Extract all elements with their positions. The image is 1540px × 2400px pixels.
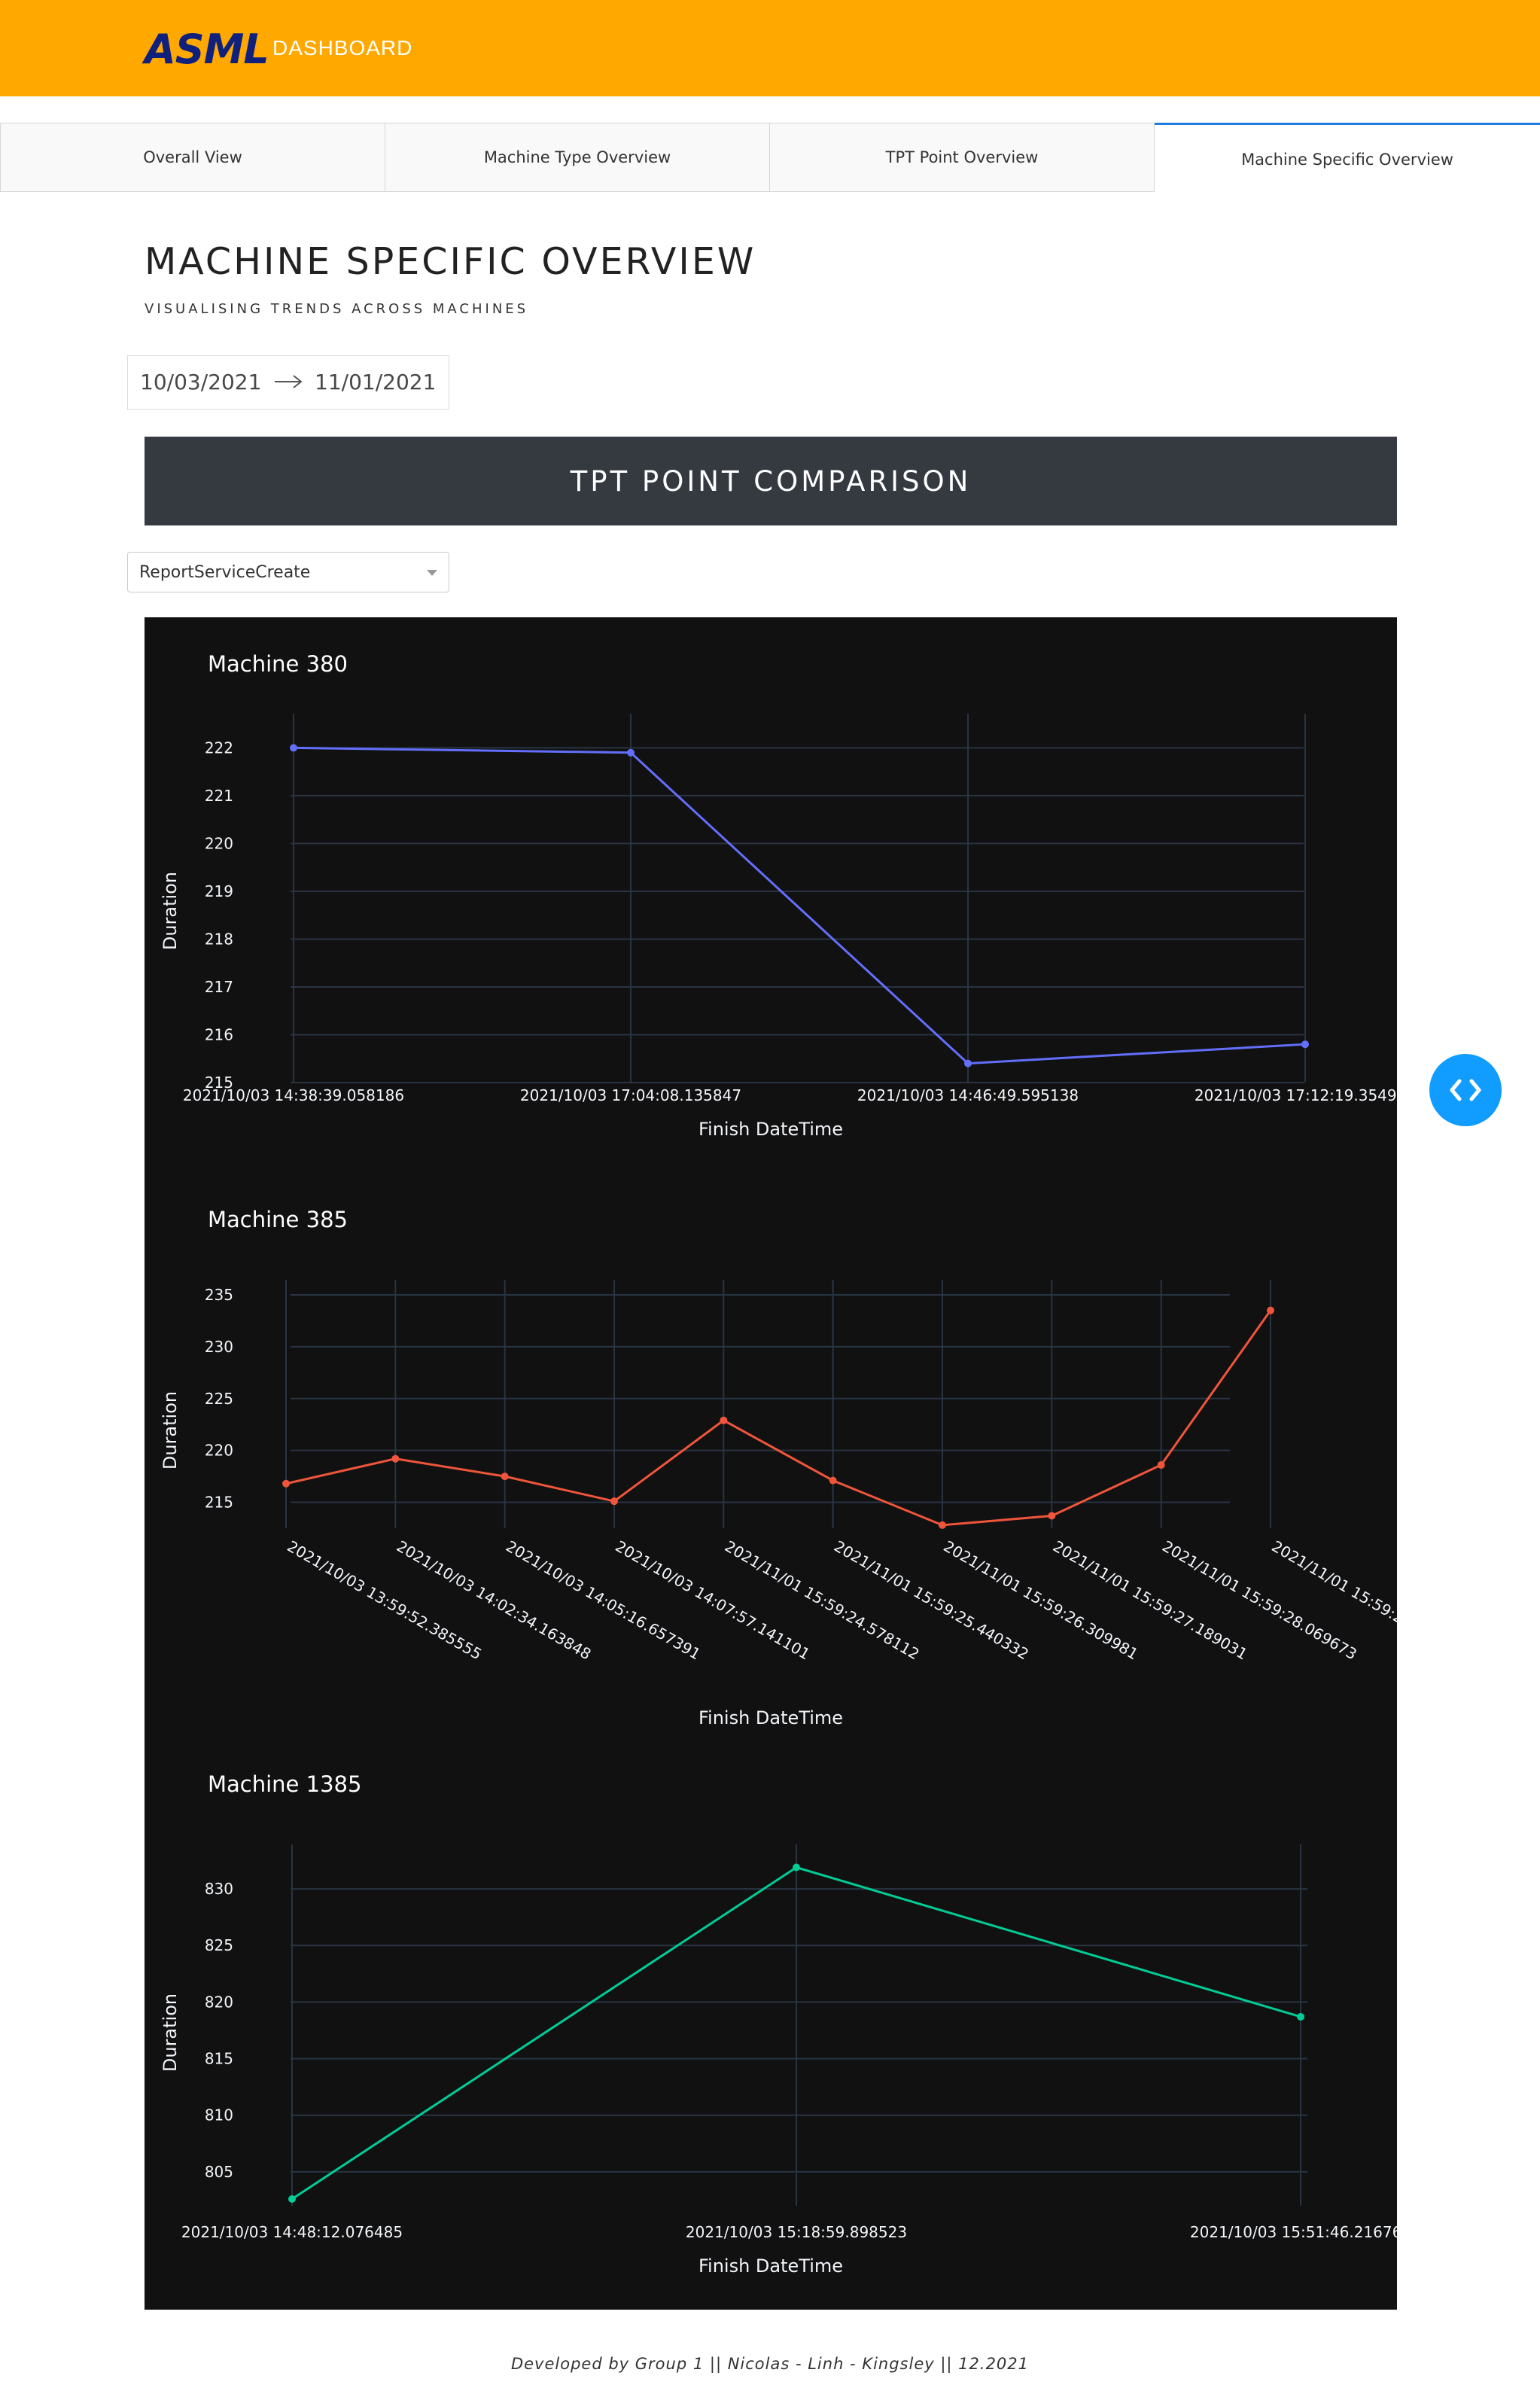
section-title: TPT POINT COMPARISON [570,464,972,498]
data-point [610,1497,618,1506]
y-tick-label: 219 [205,882,233,900]
y-tick-label: 820 [205,1993,233,2011]
x-tick-label: 2021/10/03 14:38:39.058186 [183,1086,404,1104]
carousel-nav-button[interactable] [1429,1054,1502,1126]
footer-credit: Developed by Group 1 || Nicolas - Linh -… [510,2355,1030,2373]
data-point [290,744,297,752]
data-point [793,1863,800,1872]
data-point [1297,2012,1304,2021]
data-point [720,1416,728,1424]
x-tick-label: 2021/10/03 14:05:16.657391 [503,1537,704,1664]
x-tick-label: 2021/10/03 14:02:34.163848 [394,1537,595,1664]
brand-subtitle: DASHBOARD [272,36,413,59]
page-title: MACHINE SPECIFIC OVERVIEW [145,240,756,283]
y-axis-title: Duration [160,1391,181,1470]
x-tick-label: 2021/10/03 13:59:52.385555 [285,1537,485,1664]
data-point [1048,1512,1056,1520]
dropdown-selected-value: ReportServiceCreate [139,563,311,582]
tab-overall-view[interactable]: Overall View [0,123,385,192]
date-range-picker: 10/03/2021 11/01/2021 [127,355,449,410]
x-tick-label: 2021/10/03 15:18:59.898523 [686,2223,907,2241]
data-point [1267,1306,1274,1314]
x-tick-label: 2021/11/01 15:59:27.189031 [1050,1537,1251,1664]
y-tick-label: 220 [205,1442,233,1460]
x-tick-label: 2021/11/01 15:59:28.069673 [1159,1537,1360,1664]
data-point [1301,1040,1309,1049]
y-tick-label: 810 [205,2106,233,2124]
y-tick-label: 218 [205,930,233,948]
data-point [939,1521,946,1529]
series-line [285,1309,1272,1527]
date-start-input[interactable]: 10/03/2021 [140,370,261,395]
x-tick-label: 2021/11/01 15:59:26.309981 [941,1537,1142,1664]
chart-title: Machine 380 [208,651,348,677]
x-tick-label: 2021/10/03 17:04:08.135847 [520,1086,741,1104]
x-tick-label: 2021/11/01 15:59:24.578112 [722,1537,923,1664]
y-tick-label: 216 [205,1025,233,1043]
x-tick-label: 2021/11/01 15:59:25.440332 [831,1537,1032,1664]
code-arrows-icon [1450,1079,1481,1101]
data-point [288,2194,296,2203]
y-tick-label: 215 [205,1494,233,1512]
page-subtitle: VISUALISING TRENDS ACROSS MACHINES [145,301,529,317]
data-point [501,1473,509,1481]
data-point [1157,1460,1165,1469]
x-axis-title: Finish DateTime [698,1119,843,1140]
y-tick-label: 805 [205,2163,233,2181]
y-axis-title: Duration [160,1993,181,2072]
x-tick-label: 2021/10/03 14:46:49.595138 [857,1086,1079,1104]
tab-tpt-point-overview[interactable]: TPT Point Overview [769,123,1155,192]
chart-title: Machine 1385 [208,1771,361,1797]
tab-machine-specific-overview[interactable]: Machine Specific Overview [1155,123,1540,193]
data-point [829,1476,837,1485]
caret-down-icon [427,570,437,576]
data-point [391,1454,400,1463]
top-bar: ASML DASHBOARD [0,0,1540,96]
section-banner: TPT POINT COMPARISON [145,437,1397,525]
tpt-point-dropdown[interactable]: ReportServiceCreate [127,552,449,592]
tab-machine-type-overview[interactable]: Machine Type Overview [385,123,770,192]
y-tick-label: 225 [205,1390,233,1408]
data-point [282,1479,290,1488]
data-point [964,1059,972,1068]
y-tick-label: 217 [205,978,233,996]
charts-svg: Machine 380 215 216 217 218 219 220 221 222 2021/… [160,651,1397,2277]
x-tick-label: 2021/10/03 14:07:57.141101 [613,1537,814,1664]
x-tick-label: 2021/10/03 14:48:12.076485 [181,2223,403,2241]
y-tick-label: 815 [205,2050,233,2068]
y-tick-label: 221 [205,787,233,805]
y-tick-label: 830 [205,1880,233,1898]
y-tick-label: 230 [205,1338,233,1356]
y-tick-label: 825 [205,1936,233,1954]
data-point [627,748,635,757]
asml-logo: ASML [145,26,269,73]
chart-title: Machine 385 [208,1207,348,1232]
tab-bar: Overall View Machine Type Overview TPT P… [0,123,1540,193]
x-axis-title: Finish DateTime [698,2255,843,2277]
x-tick-label: 2021/10/03 15:51:46.216760 [1190,2223,1397,2241]
x-axis-title: Finish DateTime [698,1707,843,1728]
arrow-right-icon [275,375,303,388]
date-end-input[interactable]: 11/01/2021 [315,370,436,395]
y-axis-title: Duration [160,872,181,950]
y-tick-label: 220 [205,834,233,852]
y-tick-label: 235 [205,1286,233,1304]
chart-panel: Machine 380 215 216 217 218 219 220 221 222 2021/… [145,617,1397,2310]
x-tick-label: 2021/10/03 17:12:19.354918 [1195,1086,1397,1104]
y-tick-label: 222 [205,739,233,757]
